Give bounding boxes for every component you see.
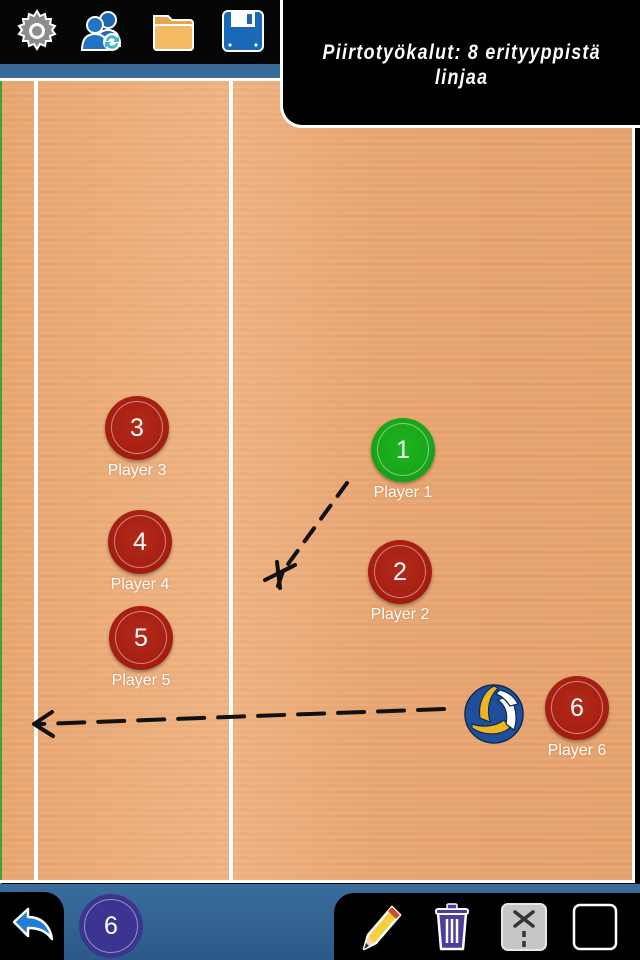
court-boundary-right bbox=[632, 80, 635, 883]
court-edge bbox=[0, 80, 2, 890]
court-attack-line bbox=[229, 80, 233, 880]
settings-button[interactable] bbox=[14, 8, 60, 54]
pencil-icon bbox=[362, 905, 402, 951]
floppy-disk-icon bbox=[222, 10, 264, 52]
open-button[interactable] bbox=[150, 8, 196, 54]
teams-button[interactable] bbox=[80, 8, 126, 54]
pencil-tool-button[interactable] bbox=[356, 901, 404, 953]
undo-arrow-icon bbox=[12, 907, 54, 941]
trash-tool-button[interactable] bbox=[428, 901, 476, 953]
volleyball-court[interactable] bbox=[0, 80, 632, 880]
player-label: Player 6 bbox=[547, 742, 607, 759]
player-6[interactable]: 6 Player 6 bbox=[543, 676, 611, 760]
drawing-tools-panel bbox=[334, 893, 640, 960]
trash-icon bbox=[435, 903, 469, 951]
player-label: Player 3 bbox=[107, 462, 167, 479]
court-boundary-bottom bbox=[0, 880, 635, 883]
player-5[interactable]: 5 Player 5 bbox=[107, 606, 175, 690]
player-count-badge[interactable]: 6 bbox=[79, 894, 143, 958]
gear-icon bbox=[17, 9, 57, 51]
info-text-line-1: Piirtotyökalut: 8 erityyppistä bbox=[322, 40, 601, 64]
player-label: Player 1 bbox=[373, 484, 433, 501]
volleyball-icon bbox=[464, 684, 524, 744]
player-disc[interactable]: 2 bbox=[368, 540, 432, 604]
users-sync-icon bbox=[80, 11, 122, 51]
court-boundary-top bbox=[0, 78, 280, 81]
player-3[interactable]: 3 Player 3 bbox=[103, 396, 171, 480]
line-style-tool-button[interactable] bbox=[500, 901, 548, 953]
player-disc[interactable]: 3 bbox=[105, 396, 169, 460]
block-line-icon bbox=[501, 903, 547, 951]
clear-box-tool-button[interactable] bbox=[571, 901, 619, 953]
player-disc[interactable]: 4 bbox=[108, 510, 172, 574]
player-2[interactable]: 2 Player 2 bbox=[366, 540, 434, 624]
player-disc[interactable]: 6 bbox=[545, 676, 609, 740]
player-1[interactable]: 1 Player 1 bbox=[369, 418, 437, 502]
player-label: Player 5 bbox=[111, 672, 171, 689]
player-disc[interactable]: 5 bbox=[109, 606, 173, 670]
player-disc[interactable]: 1 bbox=[371, 418, 435, 482]
volleyball[interactable] bbox=[464, 684, 524, 744]
court-sideline bbox=[34, 80, 38, 880]
square-icon bbox=[572, 903, 618, 951]
save-button[interactable] bbox=[220, 8, 266, 54]
player-4[interactable]: 4 Player 4 bbox=[106, 510, 174, 594]
info-text: Piirtotyökalut: 8 erityyppistä linjaa bbox=[322, 36, 600, 90]
folder-icon bbox=[153, 15, 194, 51]
player-label: Player 4 bbox=[110, 576, 170, 593]
undo-button[interactable] bbox=[0, 892, 64, 960]
player-label: Player 2 bbox=[370, 606, 430, 623]
info-text-line-2: linjaa bbox=[434, 65, 489, 89]
info-banner: Piirtotyökalut: 8 erityyppistä linjaa bbox=[280, 0, 640, 128]
